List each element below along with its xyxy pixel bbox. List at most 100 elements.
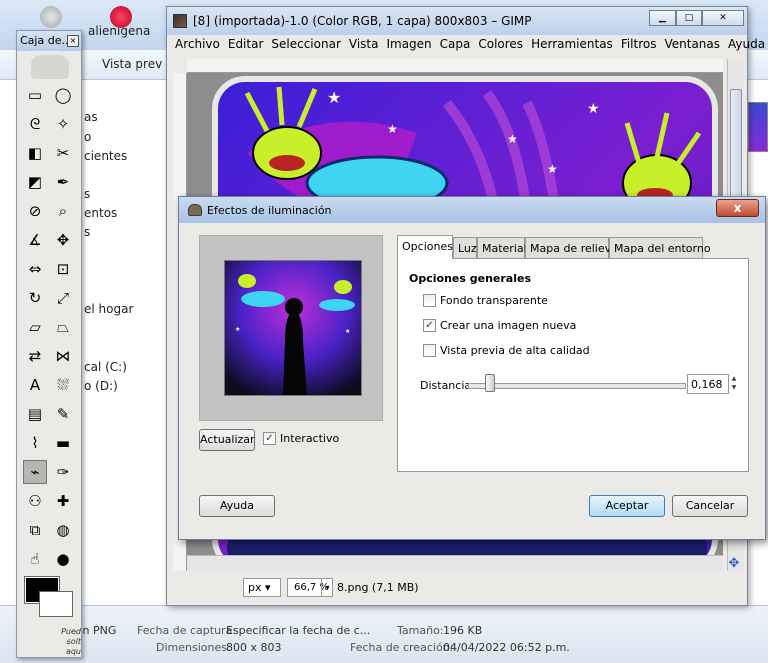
- help-button[interactable]: Ayuda: [199, 495, 275, 517]
- paths-icon[interactable]: ✒: [51, 170, 75, 194]
- menu-capa[interactable]: Capa: [440, 37, 471, 51]
- minimize-button[interactable]: ▁: [649, 10, 676, 26]
- menu-ayuda[interactable]: Ayuda: [728, 37, 765, 51]
- cage-icon[interactable]: ⋈: [51, 344, 75, 368]
- wilber-drop-area[interactable]: [31, 55, 69, 79]
- sidebar-item[interactable]: cal (C:): [84, 360, 127, 374]
- sidebar-item[interactable]: as: [84, 110, 98, 124]
- close-window-button[interactable]: ✕: [702, 10, 744, 26]
- tab-mapa-relieve[interactable]: Mapa de relieve: [525, 237, 618, 258]
- dialog-close-button[interactable]: x: [716, 199, 759, 217]
- gimp-titlebar[interactable]: [8] (importada)-1.0 (Color RGB, 1 capa) …: [167, 7, 747, 35]
- blur-icon[interactable]: ◍: [51, 518, 75, 542]
- move-icon[interactable]: ✥: [51, 228, 75, 252]
- color-select-icon[interactable]: ◧: [23, 141, 47, 165]
- scissors-icon[interactable]: ✂: [51, 141, 75, 165]
- tab-luz[interactable]: Luz: [453, 237, 477, 258]
- shear-icon[interactable]: ▱: [23, 315, 47, 339]
- paintbrush-icon[interactable]: ⌇: [23, 431, 47, 455]
- menu-colores[interactable]: Colores: [478, 37, 523, 51]
- close-icon[interactable]: ×: [67, 35, 79, 47]
- unit-select[interactable]: px ▾: [243, 578, 281, 597]
- align-icon[interactable]: ⇔: [23, 257, 47, 281]
- cancel-button[interactable]: Cancelar: [672, 495, 748, 517]
- sidebar-item[interactable]: s: [84, 225, 90, 239]
- blend-icon[interactable]: ▤: [23, 402, 47, 426]
- measure-icon[interactable]: ∡: [23, 228, 47, 252]
- tab-material[interactable]: Material: [477, 237, 527, 258]
- clone-icon[interactable]: ⚇: [23, 489, 47, 513]
- crop-icon[interactable]: ⊡: [51, 257, 75, 281]
- rect-select-icon[interactable]: ▭: [23, 83, 47, 107]
- scale-icon[interactable]: ⤢: [51, 286, 75, 310]
- dodge-icon[interactable]: ●: [51, 547, 75, 571]
- taskbar-strip: [0, 0, 168, 30]
- smudge-icon[interactable]: ☝: [23, 547, 47, 571]
- sidebar-item[interactable]: s: [84, 187, 90, 201]
- horizontal-ruler[interactable]: [187, 59, 723, 73]
- ink-icon[interactable]: ✑: [51, 460, 75, 484]
- sidebar-item[interactable]: o (D:): [84, 379, 118, 393]
- svg-text:★: ★: [235, 326, 240, 333]
- menu-vista[interactable]: Vista: [349, 37, 379, 51]
- bucket-fill-icon[interactable]: ⛆: [51, 373, 75, 397]
- fuzzy-select-icon[interactable]: ✧: [51, 112, 75, 136]
- navigate-icon[interactable]: ✥: [727, 557, 741, 571]
- size-key: Tamaño:: [397, 624, 444, 637]
- explorer-sidebar: as o cientes s entos s el hogar cal (C:)…: [84, 80, 174, 600]
- color-picker-icon[interactable]: ⊘: [23, 199, 47, 223]
- hq-preview-checkbox[interactable]: [423, 344, 436, 357]
- heal-icon[interactable]: ✚: [51, 489, 75, 513]
- created-key: Fecha de creación:: [350, 641, 454, 654]
- explorer-file-thumbnail[interactable]: [748, 102, 768, 152]
- rotate-icon[interactable]: ↻: [23, 286, 47, 310]
- perspective-icon[interactable]: ⏢: [51, 315, 75, 339]
- new-image-checkbox[interactable]: ✓: [423, 319, 436, 332]
- distance-slider-handle[interactable]: [485, 374, 495, 392]
- airbrush-icon[interactable]: ⌁: [23, 460, 47, 484]
- lasso-icon[interactable]: ᘓ: [23, 112, 47, 136]
- menu-ventanas[interactable]: Ventanas: [664, 37, 720, 51]
- transparent-bg-checkbox[interactable]: [423, 294, 436, 307]
- menu-imagen[interactable]: Imagen: [386, 37, 431, 51]
- explorer-preview-button[interactable]: Vista prev: [102, 57, 162, 71]
- ellipse-select-icon[interactable]: ◯: [51, 83, 75, 107]
- preview-area[interactable]: ★ ★: [199, 235, 383, 421]
- spin-arrows-icon[interactable]: ▲ ▼: [729, 374, 739, 394]
- svg-text:★: ★: [387, 122, 398, 136]
- menu-filtros[interactable]: Filtros: [621, 37, 657, 51]
- tab-mapa-entorno[interactable]: Mapa del entorno: [609, 237, 711, 258]
- tab-opciones[interactable]: Opciones: [397, 235, 453, 259]
- menu-seleccionar[interactable]: Seleccionar: [271, 37, 340, 51]
- gimp-menubar: Archivo Editar Seleccionar Vista Imagen Capa C…: [175, 37, 768, 55]
- dialog-titlebar[interactable]: Efectos de iluminación x: [179, 197, 765, 223]
- ok-button[interactable]: Aceptar: [589, 495, 665, 517]
- sidebar-item[interactable]: o: [84, 130, 91, 144]
- eraser-icon[interactable]: ▬: [51, 431, 75, 455]
- pencil-icon[interactable]: ✎: [51, 402, 75, 426]
- flip-icon[interactable]: ⇄: [23, 344, 47, 368]
- maximize-button[interactable]: □: [676, 10, 702, 26]
- sidebar-item[interactable]: el hogar: [84, 302, 133, 316]
- text-icon[interactable]: A: [23, 373, 47, 397]
- menu-editar[interactable]: Editar: [228, 37, 264, 51]
- status-file-info: 8.png (7,1 MB): [337, 581, 419, 594]
- capture-date-value[interactable]: Especificar la fecha de c...: [226, 624, 370, 637]
- taskbar-app-icon[interactable]: [40, 6, 62, 28]
- horizontal-scrollbar[interactable]: [187, 555, 723, 571]
- taskbar-app-icon[interactable]: [110, 6, 132, 28]
- update-button[interactable]: Actualizar: [199, 429, 255, 451]
- distance-slider[interactable]: [468, 383, 686, 389]
- perspective-clone-icon[interactable]: ⧉: [23, 518, 47, 542]
- background-color[interactable]: [39, 591, 73, 617]
- foreground-select-icon[interactable]: ◩: [23, 170, 47, 194]
- zoom-icon[interactable]: ⌕: [51, 199, 75, 223]
- distance-input[interactable]: 0,168: [687, 374, 729, 394]
- interactive-checkbox[interactable]: ✓: [263, 432, 276, 445]
- menu-archivo[interactable]: Archivo: [175, 37, 220, 51]
- hint-line: Pued: [61, 627, 81, 636]
- sidebar-item[interactable]: cientes: [84, 149, 127, 163]
- chevron-down-icon[interactable]: ▾: [321, 578, 333, 597]
- sidebar-item[interactable]: entos: [84, 206, 117, 220]
- menu-herramientas[interactable]: Herramientas: [531, 37, 613, 51]
